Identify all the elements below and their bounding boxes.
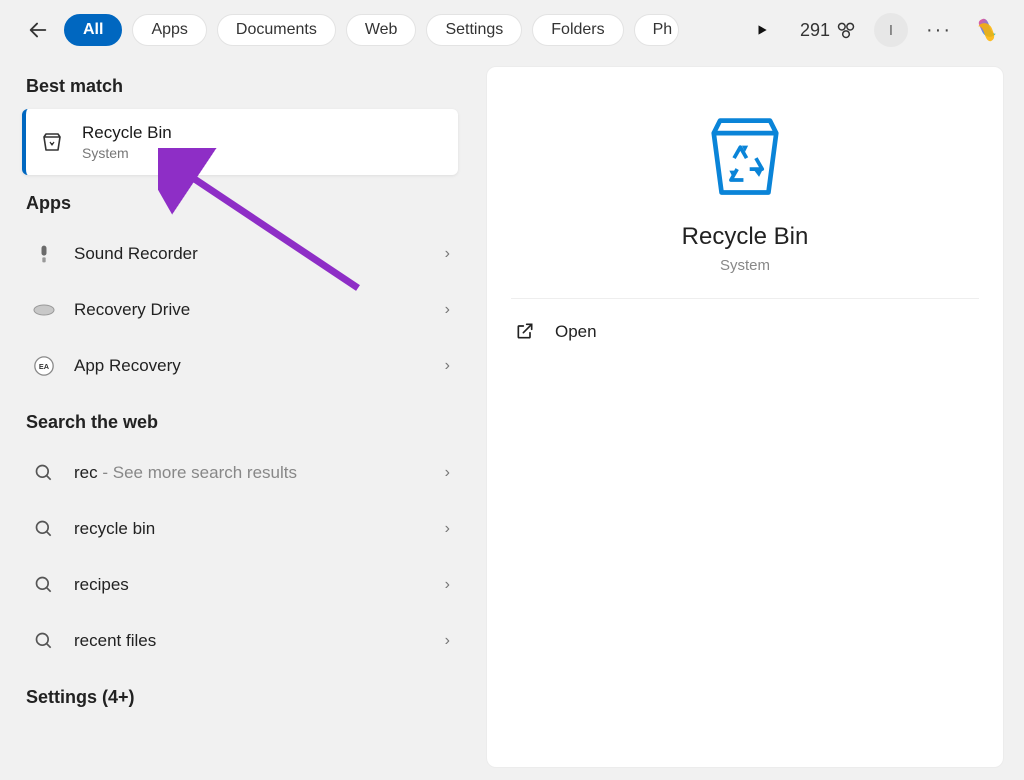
tab-folders[interactable]: Folders <box>532 14 623 46</box>
app-result-recovery-drive[interactable]: Recovery Drive › <box>22 282 458 338</box>
web-term: recipes <box>74 575 429 595</box>
chevron-right-icon: › <box>445 357 450 375</box>
web-term: recent files <box>74 631 429 651</box>
account-avatar[interactable]: I <box>874 13 908 47</box>
tab-web[interactable]: Web <box>346 14 417 46</box>
open-action[interactable]: Open <box>487 299 1003 365</box>
web-result-recipes[interactable]: recipes › <box>22 557 458 613</box>
chevron-right-icon: › <box>445 632 450 650</box>
web-result-recent-files[interactable]: recent files › <box>22 613 458 669</box>
tab-apps[interactable]: Apps <box>132 14 206 46</box>
open-label: Open <box>555 322 597 342</box>
best-match-subtitle: System <box>82 145 172 161</box>
rewards-icon <box>836 20 856 40</box>
chevron-right-icon: › <box>445 464 450 482</box>
app-label: Recovery Drive <box>74 300 429 320</box>
best-match-title: Recycle Bin <box>82 123 172 143</box>
copilot-icon[interactable] <box>970 13 1004 47</box>
search-icon <box>30 515 58 543</box>
recycle-bin-large-icon <box>695 105 795 205</box>
rewards-points[interactable]: 291 <box>800 20 856 41</box>
web-result-rec[interactable]: rec - See more search results › <box>22 445 458 501</box>
more-options-button[interactable]: ··· <box>926 19 952 42</box>
search-web-heading: Search the web <box>22 394 458 445</box>
best-match-heading: Best match <box>22 58 458 109</box>
filter-tabs: All Apps Documents Web Settings Folders … <box>64 14 742 46</box>
recycle-bin-icon <box>38 128 66 156</box>
app-label: Sound Recorder <box>74 244 429 264</box>
open-external-icon <box>515 321 537 343</box>
scroll-tabs-right-button[interactable] <box>750 23 774 37</box>
settings-heading[interactable]: Settings (4+) <box>22 669 458 720</box>
preview-title: Recycle Bin <box>682 223 809 251</box>
tab-documents[interactable]: Documents <box>217 14 336 46</box>
web-term: recycle bin <box>74 519 429 539</box>
microphone-icon <box>30 240 58 268</box>
best-match-result[interactable]: Recycle Bin System <box>22 109 458 175</box>
tab-settings[interactable]: Settings <box>426 14 522 46</box>
avatar-initial: I <box>889 22 893 39</box>
preview-pane: Recycle Bin System Open <box>486 66 1004 768</box>
back-button[interactable] <box>20 12 56 48</box>
search-icon <box>30 627 58 655</box>
recovery-icon: EA <box>30 352 58 380</box>
tab-all[interactable]: All <box>64 14 122 46</box>
app-result-sound-recorder[interactable]: Sound Recorder › <box>22 226 458 282</box>
chevron-right-icon: › <box>445 245 450 263</box>
drive-icon <box>30 296 58 324</box>
apps-heading: Apps <box>22 175 458 226</box>
web-result-recycle-bin[interactable]: recycle bin › <box>22 501 458 557</box>
chevron-right-icon: › <box>445 520 450 538</box>
chevron-right-icon: › <box>445 576 450 594</box>
svg-text:EA: EA <box>39 362 50 371</box>
app-label: App Recovery <box>74 356 429 376</box>
search-icon <box>30 459 58 487</box>
chevron-right-icon: › <box>445 301 450 319</box>
search-icon <box>30 571 58 599</box>
preview-subtitle: System <box>720 257 770 274</box>
web-term: rec - See more search results <box>74 463 429 483</box>
tab-photos-truncated[interactable]: Ph <box>634 14 680 46</box>
points-value: 291 <box>800 20 830 41</box>
app-result-app-recovery[interactable]: EA App Recovery › <box>22 338 458 394</box>
